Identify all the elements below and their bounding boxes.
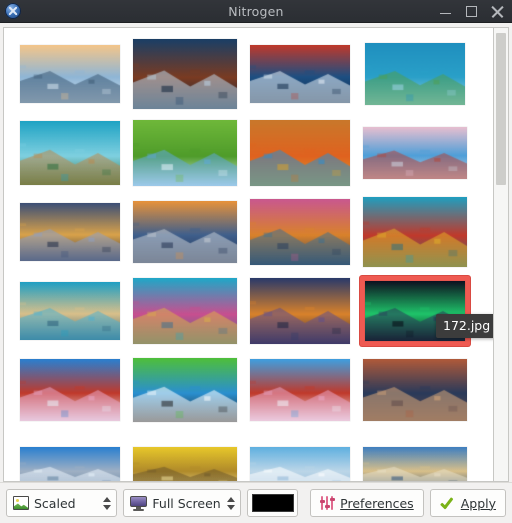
wallpaper-row	[4, 429, 493, 481]
wallpaper-item[interactable]	[242, 113, 357, 192]
thumbnail-frame	[249, 198, 350, 265]
check-icon	[440, 496, 456, 510]
thumbnail-frame	[19, 358, 120, 421]
thumbnail-frame	[362, 126, 467, 179]
wallpaper-item[interactable]	[357, 350, 472, 429]
wallpaper-item[interactable]	[12, 113, 127, 192]
thumbnail-tooltip: 172.jpg	[436, 314, 493, 338]
wallpaper-item[interactable]	[127, 192, 242, 271]
scale-mode-label: Scaled	[34, 495, 76, 511]
wallpaper-item[interactable]	[12, 192, 127, 271]
thumbnail-frame	[19, 44, 120, 103]
display-mode-spinner-icon[interactable]	[226, 496, 237, 510]
window-title: Nitrogen	[228, 3, 284, 19]
wallpaper-item[interactable]	[127, 271, 242, 350]
thumbnail-frame	[249, 358, 350, 421]
scale-mode-spinner-icon[interactable]	[101, 496, 112, 510]
thumbnail-frame	[132, 119, 237, 186]
window-controls	[439, 5, 512, 18]
wallpaper-item-selected[interactable]	[357, 271, 472, 350]
wallpaper-grid	[4, 28, 493, 481]
wallpaper-item[interactable]	[357, 113, 472, 192]
thumbnail-frame	[19, 281, 120, 340]
title-bar: Nitrogen	[0, 0, 512, 23]
thumbnail-frame	[132, 357, 237, 422]
vertical-scrollbar[interactable]	[493, 27, 509, 482]
wallpaper-item[interactable]	[357, 429, 472, 481]
minimize-icon[interactable]	[439, 5, 452, 18]
thumbnail-frame	[19, 120, 120, 185]
wallpaper-item[interactable]	[12, 429, 127, 481]
display-mode-label: Full Screen	[152, 495, 221, 511]
content-area: 172.jpg	[0, 23, 512, 482]
thumbnail-frame	[249, 119, 350, 186]
close-icon[interactable]	[491, 5, 504, 18]
wallpaper-item[interactable]	[12, 271, 127, 350]
apply-button-label: Apply	[460, 495, 496, 511]
wallpaper-icon-view[interactable]: 172.jpg	[3, 27, 493, 482]
wallpaper-row	[4, 192, 493, 271]
thumbnail-frame	[19, 446, 120, 481]
background-color-button[interactable]	[247, 489, 299, 517]
wallpaper-item[interactable]	[242, 192, 357, 271]
color-swatch	[251, 494, 294, 512]
wallpaper-item[interactable]	[127, 350, 242, 429]
maximize-icon[interactable]	[465, 5, 478, 18]
thumbnail-frame	[132, 446, 237, 481]
thumbnail-frame	[362, 358, 467, 421]
wallpaper-item[interactable]	[12, 34, 127, 113]
thumbnail-frame	[132, 38, 237, 109]
apply-button[interactable]: Apply	[429, 489, 506, 517]
wallpaper-item[interactable]	[357, 192, 472, 271]
wallpaper-item[interactable]	[127, 113, 242, 192]
wallpaper-item[interactable]	[242, 350, 357, 429]
wallpaper-item[interactable]	[12, 350, 127, 429]
thumbnail-frame	[19, 202, 120, 261]
display-mode-combobox[interactable]: Full Screen	[123, 489, 242, 517]
preferences-button-label: Preferences	[340, 495, 414, 511]
wallpaper-item[interactable]	[242, 429, 357, 481]
monitor-icon	[130, 495, 148, 511]
wallpaper-row	[4, 350, 493, 429]
wallpaper-item[interactable]	[242, 34, 357, 113]
nitrogen-window: Nitrogen 172.jpg Scaled Full Screen Pref…	[0, 0, 512, 523]
thumbnail-frame	[249, 277, 350, 344]
wallpaper-item[interactable]	[127, 34, 242, 113]
vertical-scrollbar-thumb[interactable]	[496, 33, 506, 185]
thumbnail-frame	[362, 196, 467, 267]
thumbnail-frame	[132, 200, 237, 263]
scale-mode-combobox[interactable]: Scaled	[6, 489, 118, 517]
thumbnail-frame	[249, 446, 350, 481]
thumbnail-frame	[132, 277, 237, 344]
sliders-icon	[319, 496, 335, 510]
bottom-toolbar: Scaled Full Screen Preferences Apply	[0, 482, 512, 523]
picture-icon	[13, 496, 29, 510]
wallpaper-row	[4, 271, 493, 350]
wallpaper-item[interactable]	[357, 34, 472, 113]
wallpaper-item[interactable]	[242, 271, 357, 350]
thumbnail-frame	[364, 42, 465, 105]
wallpaper-row	[4, 113, 493, 192]
wallpaper-item[interactable]	[127, 429, 242, 481]
wallpaper-row	[4, 34, 493, 113]
preferences-button[interactable]: Preferences	[310, 489, 424, 517]
thumbnail-frame	[362, 446, 467, 481]
thumbnail-frame	[249, 44, 350, 103]
nitrogen-app-icon	[5, 3, 21, 19]
